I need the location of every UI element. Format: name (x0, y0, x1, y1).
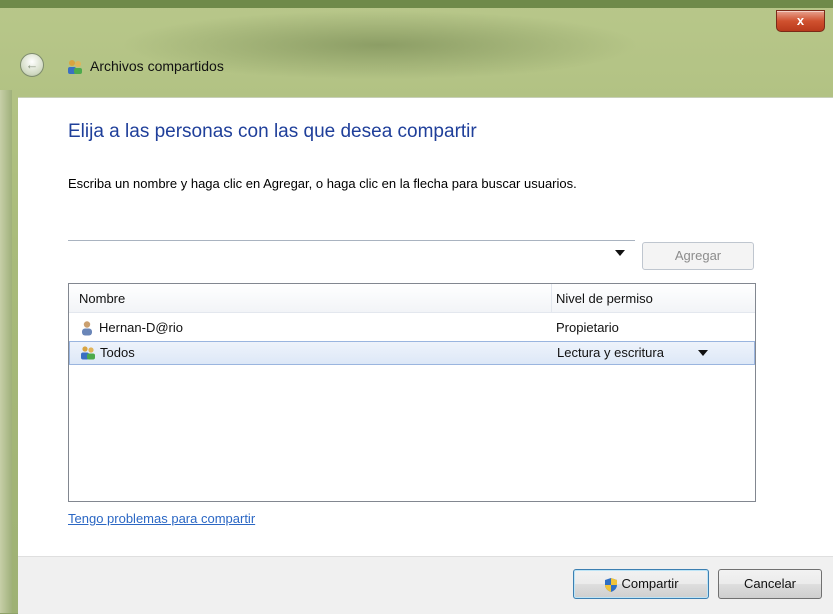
chevron-down-icon[interactable] (698, 350, 708, 356)
list-item-selected[interactable]: Todos Lectura y escritura (69, 341, 755, 365)
list-item-name: Todos (100, 345, 135, 360)
shared-users-icon (68, 60, 82, 74)
uac-shield-icon (605, 577, 618, 592)
column-header-name[interactable]: Nombre (79, 291, 125, 306)
help-link[interactable]: Tengo problemas para compartir (68, 511, 255, 526)
close-icon: x (796, 13, 805, 28)
column-header-permission[interactable]: Nivel de permiso (556, 291, 653, 306)
permission-dropdown[interactable]: Lectura y escritura (557, 345, 664, 360)
name-combobox[interactable] (68, 240, 635, 269)
share-button[interactable]: Compartir (573, 569, 709, 599)
frame-left-edge (0, 90, 12, 613)
users-group-icon (81, 346, 95, 360)
page-heading: Elija a las personas con las que desea c… (68, 121, 477, 142)
cancel-button[interactable]: Cancelar (718, 569, 822, 599)
user-icon (82, 321, 92, 336)
instruction-text: Escriba un nombre y haga clic en Agregar… (68, 176, 577, 191)
dialog-footer (18, 556, 833, 614)
frame-top-edge (0, 0, 833, 8)
column-divider[interactable] (551, 284, 552, 312)
window-title: Archivos compartidos (90, 58, 224, 74)
list-item-permission: Propietario (556, 320, 619, 335)
add-button[interactable]: Agregar (642, 242, 754, 270)
chevron-down-icon[interactable] (615, 250, 625, 256)
sharing-list[interactable]: Nombre Nivel de permiso Hernan-D@rio Pro… (68, 283, 756, 502)
list-header: Nombre Nivel de permiso (69, 284, 755, 313)
list-item-name: Hernan-D@rio (99, 320, 183, 335)
close-button[interactable]: x (776, 10, 825, 32)
back-button[interactable]: ← (20, 53, 44, 77)
share-button-label: Compartir (621, 576, 679, 591)
back-arrow-icon: ← (25, 57, 39, 72)
list-item[interactable]: Hernan-D@rio Propietario (69, 317, 755, 339)
